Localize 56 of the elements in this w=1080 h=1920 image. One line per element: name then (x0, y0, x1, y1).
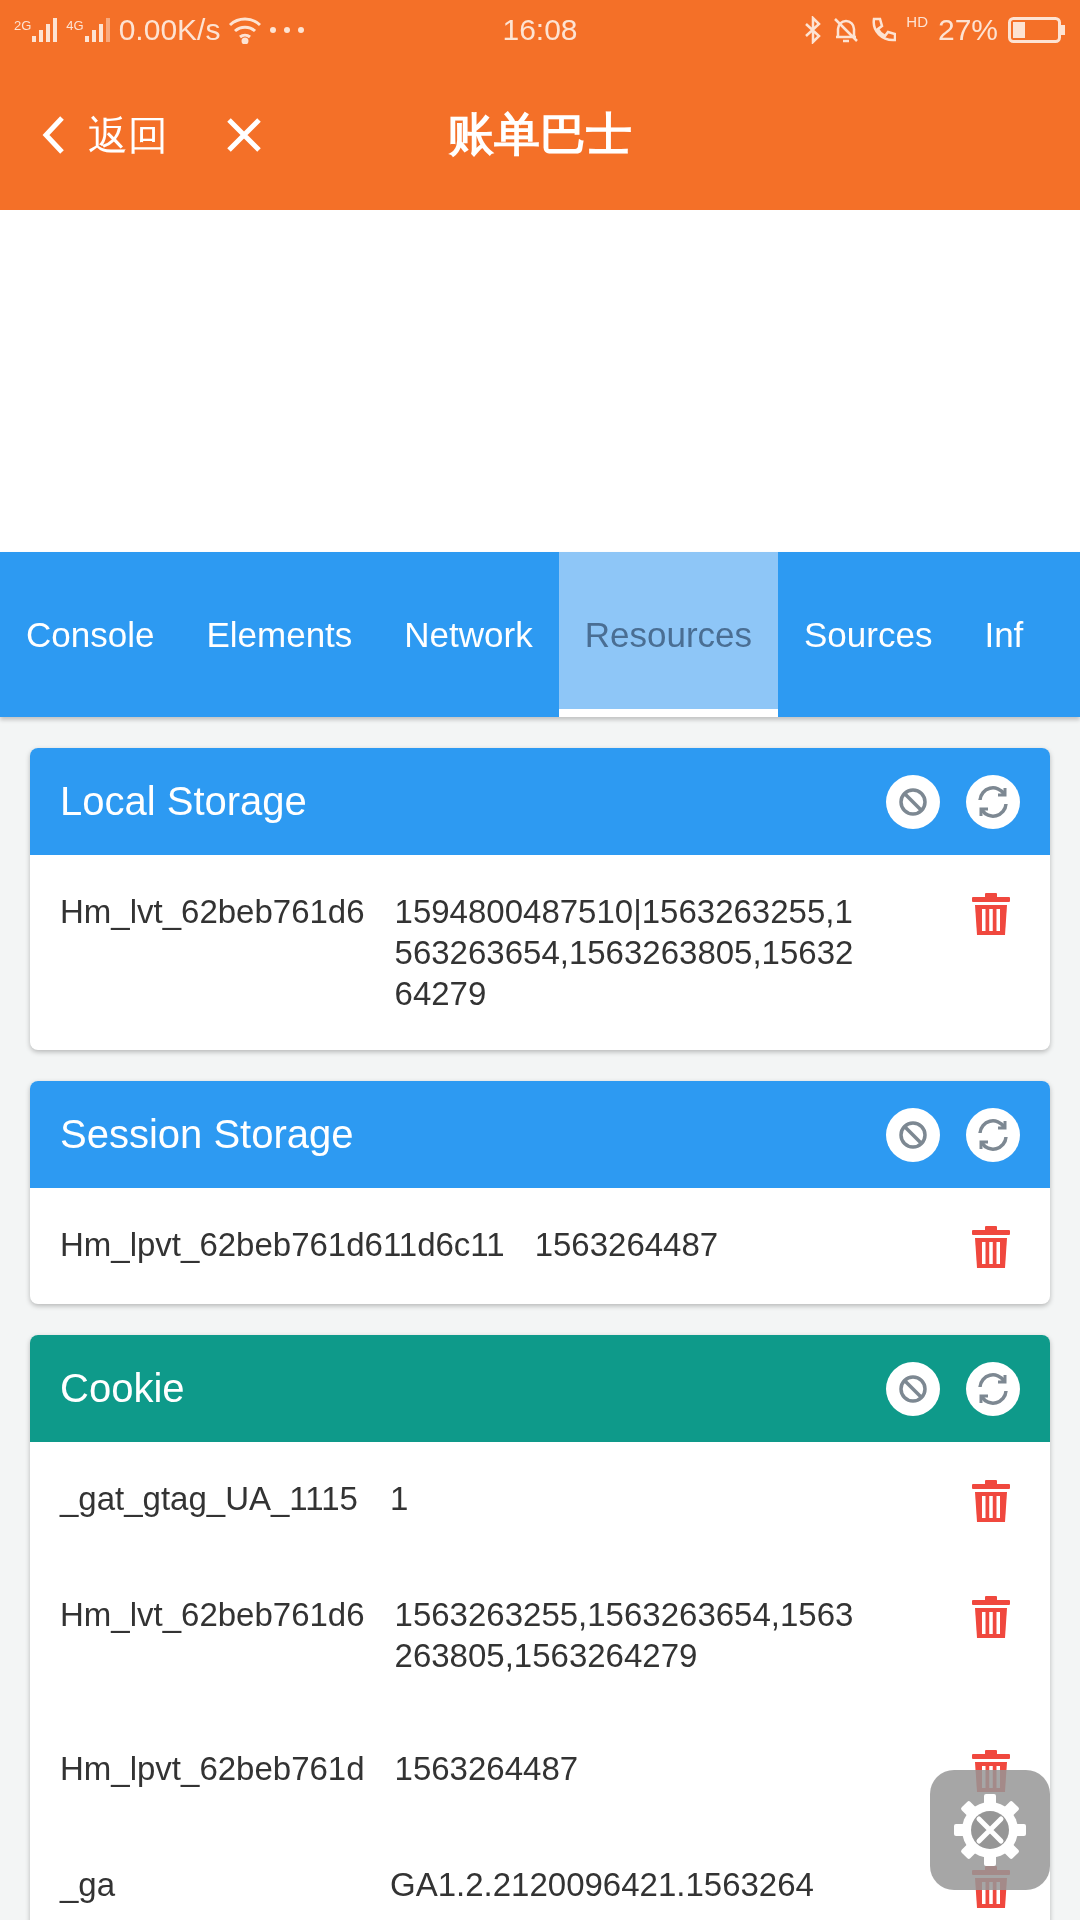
storage-value: GA1.2.2120096421.1563264 (390, 1865, 815, 1905)
bluetooth-icon (804, 16, 823, 44)
storage-value: 1563264487 (394, 1749, 580, 1789)
clear-button[interactable] (886, 1107, 940, 1162)
clear-button[interactable] (886, 774, 940, 829)
storage-value: 1 (390, 1479, 410, 1519)
refresh-icon (975, 1370, 1011, 1407)
more-icon (270, 27, 305, 33)
signal-icon (84, 18, 111, 42)
battery-icon (1008, 17, 1066, 43)
refresh-icon (975, 783, 1011, 820)
refresh-icon (975, 1116, 1011, 1153)
close-button[interactable] (226, 117, 262, 153)
chevron-left-icon (42, 115, 66, 155)
network-label: 4G (66, 18, 84, 33)
signal-icon (32, 18, 59, 42)
delete-button[interactable] (972, 1480, 1010, 1522)
storage-value: 1594800487510|1563263255,1563263654,1563263805,1563264279 (394, 892, 855, 1014)
tab[interactable]: Resources (558, 552, 778, 717)
storage-key: Hm_lpvt_62beb761d (60, 1748, 365, 1789)
ban-icon (898, 1373, 928, 1404)
call-quality-label: HD (906, 13, 928, 30)
panel-title: Local Storage (60, 779, 308, 824)
storage-key: Hm_lvt_62beb761d6 (60, 1594, 365, 1635)
battery-percent: 27% (937, 13, 998, 47)
refresh-button[interactable] (966, 1361, 1020, 1416)
delete-button[interactable] (972, 893, 1010, 935)
tab[interactable]: Elements (180, 552, 379, 717)
close-icon (226, 117, 262, 153)
storage-key: _gat_gtag_UA_1115 (60, 1478, 360, 1519)
ban-icon (898, 1119, 928, 1150)
refresh-button[interactable] (966, 774, 1020, 829)
storage-value: 1563264487 (534, 1225, 720, 1265)
tab[interactable]: Network (378, 552, 559, 717)
delete-button[interactable] (972, 1226, 1010, 1268)
refresh-button[interactable] (966, 1107, 1020, 1162)
back-button[interactable]: 返回 (42, 107, 168, 163)
clear-button[interactable] (886, 1361, 940, 1416)
storage-value: 1563263255,1563263654,1563263805,1563264279 (394, 1595, 855, 1676)
storage-key: Hm_lvt_62beb761d6 (60, 891, 365, 932)
page-title: 账单巴士 (448, 107, 632, 162)
tab[interactable]: Sources (778, 552, 959, 717)
tab[interactable]: Console (0, 552, 181, 717)
tab[interactable]: Inf (958, 552, 1024, 717)
panel-title: Session Storage (60, 1112, 355, 1157)
delete-button[interactable] (972, 1596, 1010, 1638)
phone-icon (870, 16, 897, 44)
wifi-icon (228, 16, 263, 44)
storage-key: Hm_lpvt_62beb761d611d6c11 (60, 1224, 505, 1265)
storage-key: _ga (60, 1864, 360, 1905)
network-label: 2G (14, 18, 32, 33)
clock: 16:08 (502, 13, 578, 47)
ban-icon (898, 786, 928, 817)
settings-button[interactable] (930, 1770, 1050, 1890)
network-speed: 0.00K/s (118, 13, 221, 47)
panel-title: Cookie (60, 1366, 186, 1411)
